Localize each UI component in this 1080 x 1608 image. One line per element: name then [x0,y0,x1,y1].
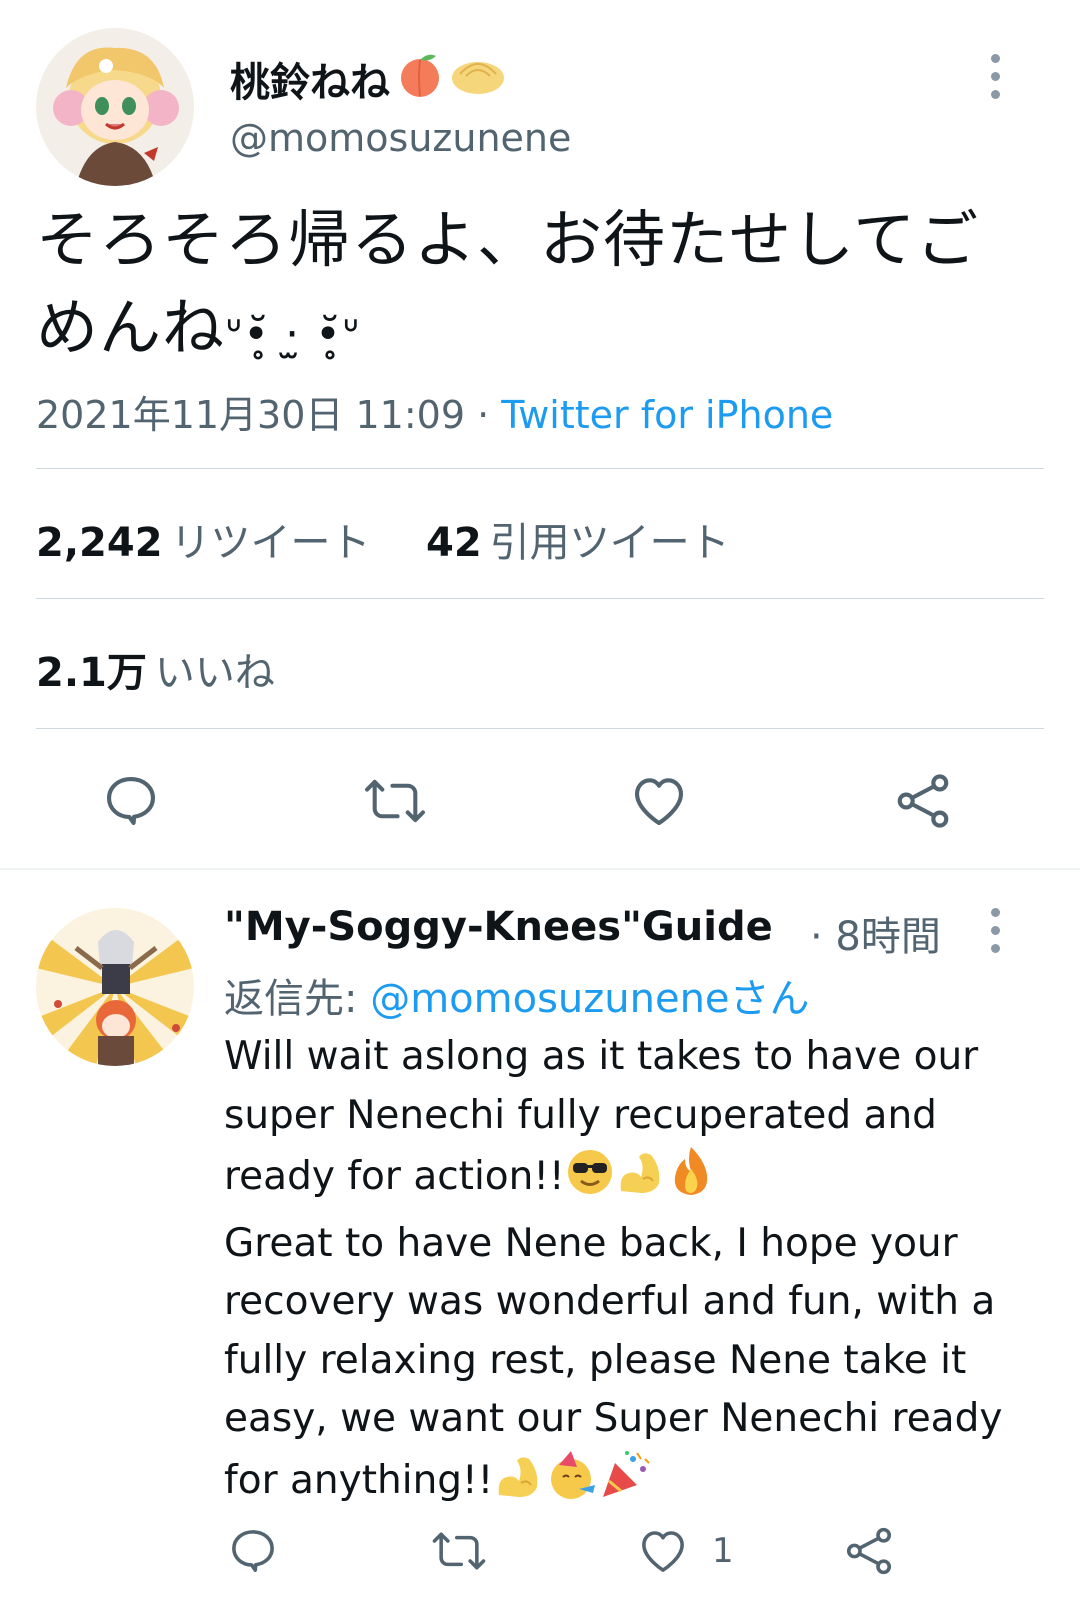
tweet-text-line1: そろそろ帰るよ、お待たせしてご [36,203,980,276]
more-options-icon[interactable] [990,54,1000,99]
retweets-label: リツイート [170,520,371,566]
reply-retweet-button[interactable] [430,1524,488,1578]
tweet-text-line2-prefix: めんね [36,291,226,364]
reply-like-button[interactable]: 1 [636,1524,734,1578]
sunglasses-emoji [565,1147,615,1215]
like-icon [634,778,684,826]
bun-emoji [450,52,506,106]
replying-to-link[interactable]: @momosuzuneneさん [370,976,809,1022]
reply-reply-button[interactable] [226,1524,280,1578]
flexed-biceps-emoji [493,1451,545,1519]
quotes-label: 引用ツイート [489,520,730,566]
reply-time[interactable]: · 8時間 [810,904,941,962]
retweet-button[interactable] [362,770,428,832]
reply-author-avatar[interactable] [36,908,194,1066]
divider-2 [36,598,1044,599]
share-button[interactable] [892,770,954,832]
divider-3 [36,728,1044,729]
likes-count: 2.1万 [36,650,147,696]
tweet-timestamp[interactable]: 2021年11月30日 11:09 [36,393,465,437]
retweet-icon [365,779,425,823]
peach-emoji [394,48,446,110]
reply-icon [232,1530,274,1572]
author-avatar[interactable] [36,28,194,186]
reply-text-paragraph-1: Will wait aslong as it takes to have our… [224,1028,1024,1215]
fire-emoji [667,1145,715,1215]
flexed-biceps-emoji [615,1147,667,1215]
like-icon [642,1531,684,1572]
tweet-kaomoji: ᐡ•̥̆ ·̫ •̥̆ᐡ [225,309,361,360]
partying-face-emoji [545,1449,599,1519]
tweet-meta: 2021年11月30日 11:09 · Twitter for iPhone [36,384,833,439]
reply-share-button[interactable] [842,1524,896,1578]
share-icon [846,1527,892,1575]
tweet-text-line2: めんねᐡ•̥̆ ·̫ •̥̆ᐡ [36,284,1046,379]
tweet-text: そろそろ帰るよ、お待たせしてご めんねᐡ•̥̆ ·̫ •̥̆ᐡ [36,196,1046,379]
retweet-icon [432,1532,486,1570]
reply-icon [106,776,156,826]
reply-button[interactable] [100,770,162,832]
replying-to: 返信先: @momosuzuneneさん [224,966,810,1024]
author-handle[interactable]: @momosuzunene [230,116,571,160]
author-display-name: 桃鈴ねね [230,60,390,106]
replying-prefix: 返信先: [224,976,358,1022]
reply-like-count: 1 [712,1531,734,1571]
tweet-source-link[interactable]: Twitter for iPhone [501,393,833,437]
reply-text: Will wait aslong as it takes to have our… [224,1028,1024,1518]
reply-author-name[interactable]: "My-Soggy-Knees"Guide ... [224,904,784,950]
meta-separator: · [465,393,502,437]
share-icon [897,774,949,828]
like-button[interactable] [628,770,690,832]
retweets-count: 2,242 [36,520,163,566]
party-popper-emoji [599,1449,653,1519]
retweets-stat[interactable]: 2,242 リツイート [36,510,371,568]
quotes-stat[interactable]: 42 引用ツイート [426,510,730,568]
section-divider [0,868,1080,870]
reply-more-options-icon[interactable] [990,908,1000,953]
quotes-count: 42 [426,520,482,566]
reply-text-paragraph-2: Great to have Nene back, I hope your rec… [224,1215,1024,1519]
likes-stat[interactable]: 2.1万 いいね [36,640,275,698]
likes-label: いいね [154,650,275,696]
author-name-row[interactable]: 桃鈴ねね [230,48,506,110]
divider-1 [36,468,1044,469]
